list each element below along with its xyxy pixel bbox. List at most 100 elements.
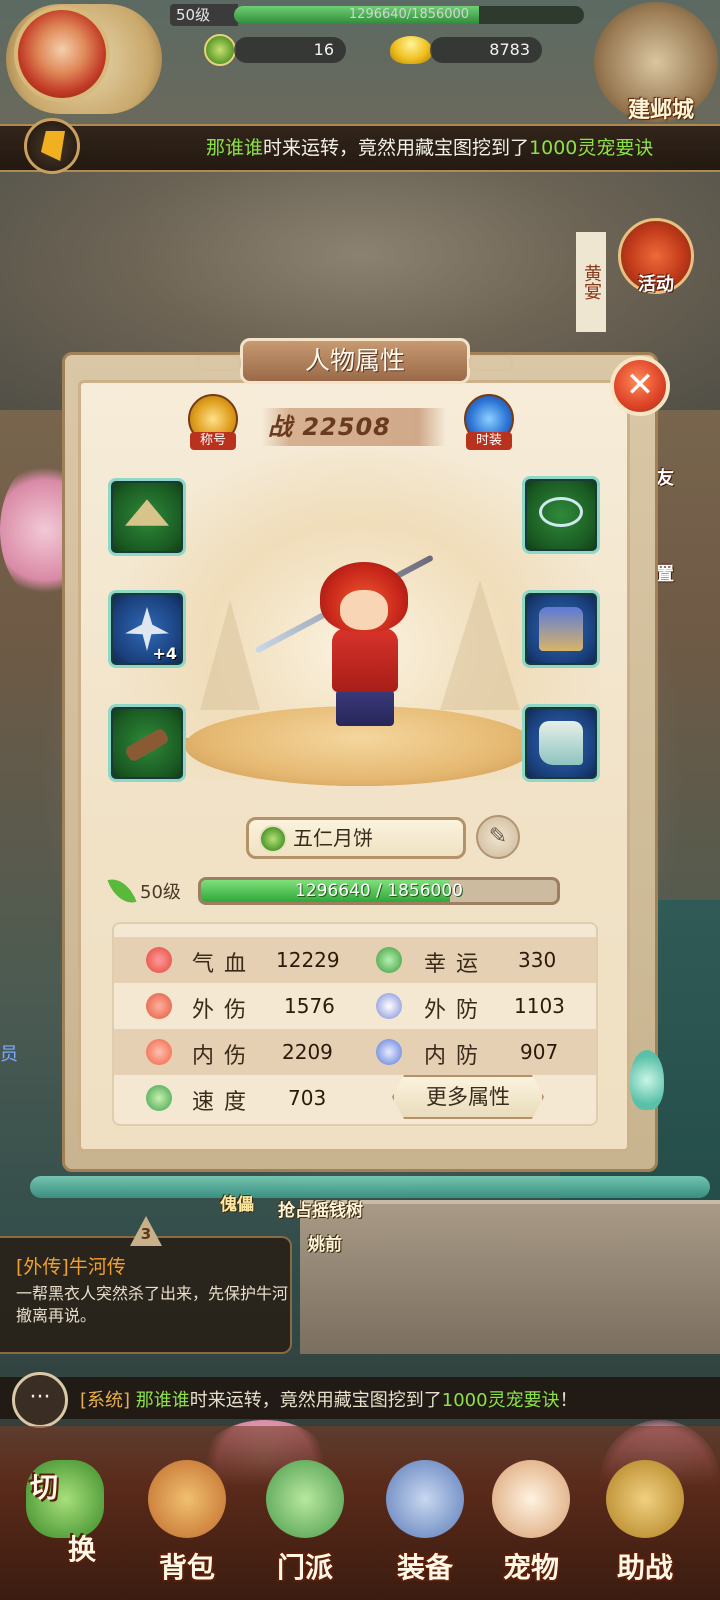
- equip-slot-weapon[interactable]: +4: [108, 590, 186, 668]
- straw-hat-icon: [125, 499, 169, 526]
- heart-icon: [146, 947, 172, 973]
- switch-label-top: 切: [30, 1471, 59, 1504]
- character-name-plate: 五仁月饼: [246, 817, 466, 859]
- running-icon: [146, 1085, 172, 1111]
- weapon-enhance-level: +4: [152, 644, 177, 663]
- title-badge-label: 称号: [190, 432, 236, 450]
- clover-icon: [376, 947, 402, 973]
- stat-ext-attack-label: 外伤: [192, 998, 257, 1023]
- stat-luck-label: 幸运: [424, 952, 489, 977]
- stat-hp-value: 12229: [276, 948, 340, 972]
- sect-label: 门派: [276, 1551, 333, 1584]
- equip-slot-armor[interactable]: [522, 590, 600, 668]
- fashion-badge-label: 时装: [466, 432, 512, 450]
- armor-icon: [539, 607, 583, 651]
- pet-button[interactable]: 宠物: [476, 1446, 586, 1596]
- stat-int-attack-value: 2209: [282, 1040, 333, 1064]
- gold-ingot-icon: [390, 36, 432, 64]
- broadcast-message: 时来运转，竟然用藏宝图挖到了: [263, 137, 530, 159]
- close-button[interactable]: ✕: [610, 356, 670, 416]
- map-event-label[interactable]: 抢占摇钱树: [278, 1196, 363, 1221]
- lucky-cat-icon: [492, 1460, 570, 1538]
- equip-slot-boots[interactable]: [522, 704, 600, 782]
- hero-legs: [336, 690, 394, 726]
- bag-button[interactable]: 背包: [132, 1446, 242, 1596]
- assist-button[interactable]: 助战: [590, 1446, 700, 1596]
- broadcast-text: 那谁谁时来运转，竟然用藏宝图挖到了1000灵宠要诀: [206, 133, 653, 160]
- player-avatar[interactable]: [14, 6, 110, 102]
- bag-label: 背包: [158, 1551, 215, 1584]
- hanging-sign: 黄宴: [576, 232, 606, 332]
- broadcast-horn-button[interactable]: [24, 118, 80, 174]
- character-name: 五仁月饼: [293, 826, 373, 850]
- chat-body: 时来运转，竟然用藏宝图挖到了: [189, 1390, 442, 1411]
- npc-label[interactable]: 姚前: [308, 1230, 342, 1255]
- sect-emblem-icon: [259, 825, 287, 853]
- pet-label: 宠物: [502, 1551, 559, 1584]
- boots-icon: [539, 721, 583, 765]
- assist-label: 助战: [616, 1551, 673, 1584]
- horn-icon: [41, 131, 65, 161]
- necklace-icon: [539, 497, 583, 527]
- chat-bubble-icon[interactable]: ···: [12, 1372, 68, 1428]
- equip-slot-belt[interactable]: [108, 704, 186, 782]
- quest-title[interactable]: [外传]牛河传: [16, 1252, 126, 1279]
- npc-label[interactable]: 傀儡: [220, 1190, 254, 1215]
- ingot-count[interactable]: 8783: [430, 37, 542, 63]
- stat-speed-label: 速度: [192, 1090, 257, 1115]
- panel-title: 人物属性: [197, 338, 513, 384]
- jade-lotus-ornament: [630, 1050, 664, 1110]
- character-level: 50级: [140, 882, 181, 903]
- stat-hp-label: 气血: [192, 952, 257, 977]
- bag-icon: [148, 1460, 226, 1538]
- chat-channel-tag: [系统]: [80, 1390, 131, 1411]
- stat-int-defense-value: 907: [520, 1040, 559, 1064]
- hero-armor: [332, 628, 398, 692]
- stat-ext-defense-value: 1103: [514, 994, 565, 1018]
- top-xp-text: 1296640/1856000: [348, 7, 470, 22]
- title-badge-button[interactable]: 称号: [180, 394, 246, 456]
- rename-pencil-icon[interactable]: ✎: [476, 815, 520, 859]
- equip-slot-hat[interactable]: [108, 478, 186, 556]
- jade-coin-icon: [204, 34, 236, 66]
- stat-speed-value: 703: [288, 1086, 327, 1110]
- more-attributes-button[interactable]: 更多属性: [392, 1075, 544, 1119]
- broadcast-player: 那谁谁: [206, 137, 264, 159]
- stat-ext-attack-value: 1576: [284, 994, 335, 1018]
- broadcast-item: 1000灵宠要诀: [529, 137, 654, 159]
- flame-icon: [146, 1039, 172, 1065]
- chat-item: 1000灵宠要诀: [441, 1390, 560, 1411]
- stat-int-attack-label: 内伤: [192, 1044, 257, 1069]
- chat-message: [系统] 那谁谁时来运转，竟然用藏宝图挖到了1000灵宠要诀！: [80, 1386, 578, 1412]
- combat-power-prefix: 战: [268, 413, 293, 441]
- jade-count[interactable]: 16: [234, 37, 346, 63]
- scene-bridge: [300, 1200, 720, 1354]
- shield-icon: [376, 993, 402, 1019]
- equip-button[interactable]: 装备: [370, 1446, 480, 1596]
- offscreen-npc-label: 员: [0, 1044, 18, 1065]
- quest-step-marker: 3: [130, 1216, 162, 1246]
- character-xp-text: 1296640 / 1856000: [295, 881, 463, 901]
- combat-power: 战 22508: [268, 410, 448, 444]
- jade-ornament: [30, 1176, 710, 1198]
- city-name: 建邺城: [627, 98, 694, 123]
- belt-icon: [123, 727, 171, 763]
- activity-label: 活动: [638, 274, 674, 295]
- character-xp-bar: 1296640 / 1856000: [198, 877, 560, 905]
- stat-ext-defense-label: 外防: [424, 998, 489, 1023]
- chat-end: ！: [559, 1390, 578, 1411]
- hero-face[interactable]: [340, 590, 388, 630]
- player-level: 50级: [170, 4, 238, 26]
- sect-button[interactable]: 门派: [250, 1446, 360, 1596]
- golden-cauldron-icon: [606, 1460, 684, 1538]
- switch-button[interactable]: 切 换: [10, 1446, 120, 1596]
- equip-slot-necklace[interactable]: [522, 476, 600, 554]
- top-xp-bar: 1296640/1856000: [234, 6, 584, 24]
- sword-shield-icon: [386, 1460, 464, 1538]
- fashion-badge-button[interactable]: 时装: [456, 394, 522, 456]
- stat-int-defense-label: 内防: [424, 1044, 489, 1069]
- swirl-icon: [376, 1039, 402, 1065]
- quest-description: 一帮黑衣人突然杀了出来，先保护牛河撤离再说。: [16, 1284, 289, 1325]
- sect-tree-icon: [266, 1460, 344, 1538]
- switch-label-bottom: 换: [68, 1533, 97, 1566]
